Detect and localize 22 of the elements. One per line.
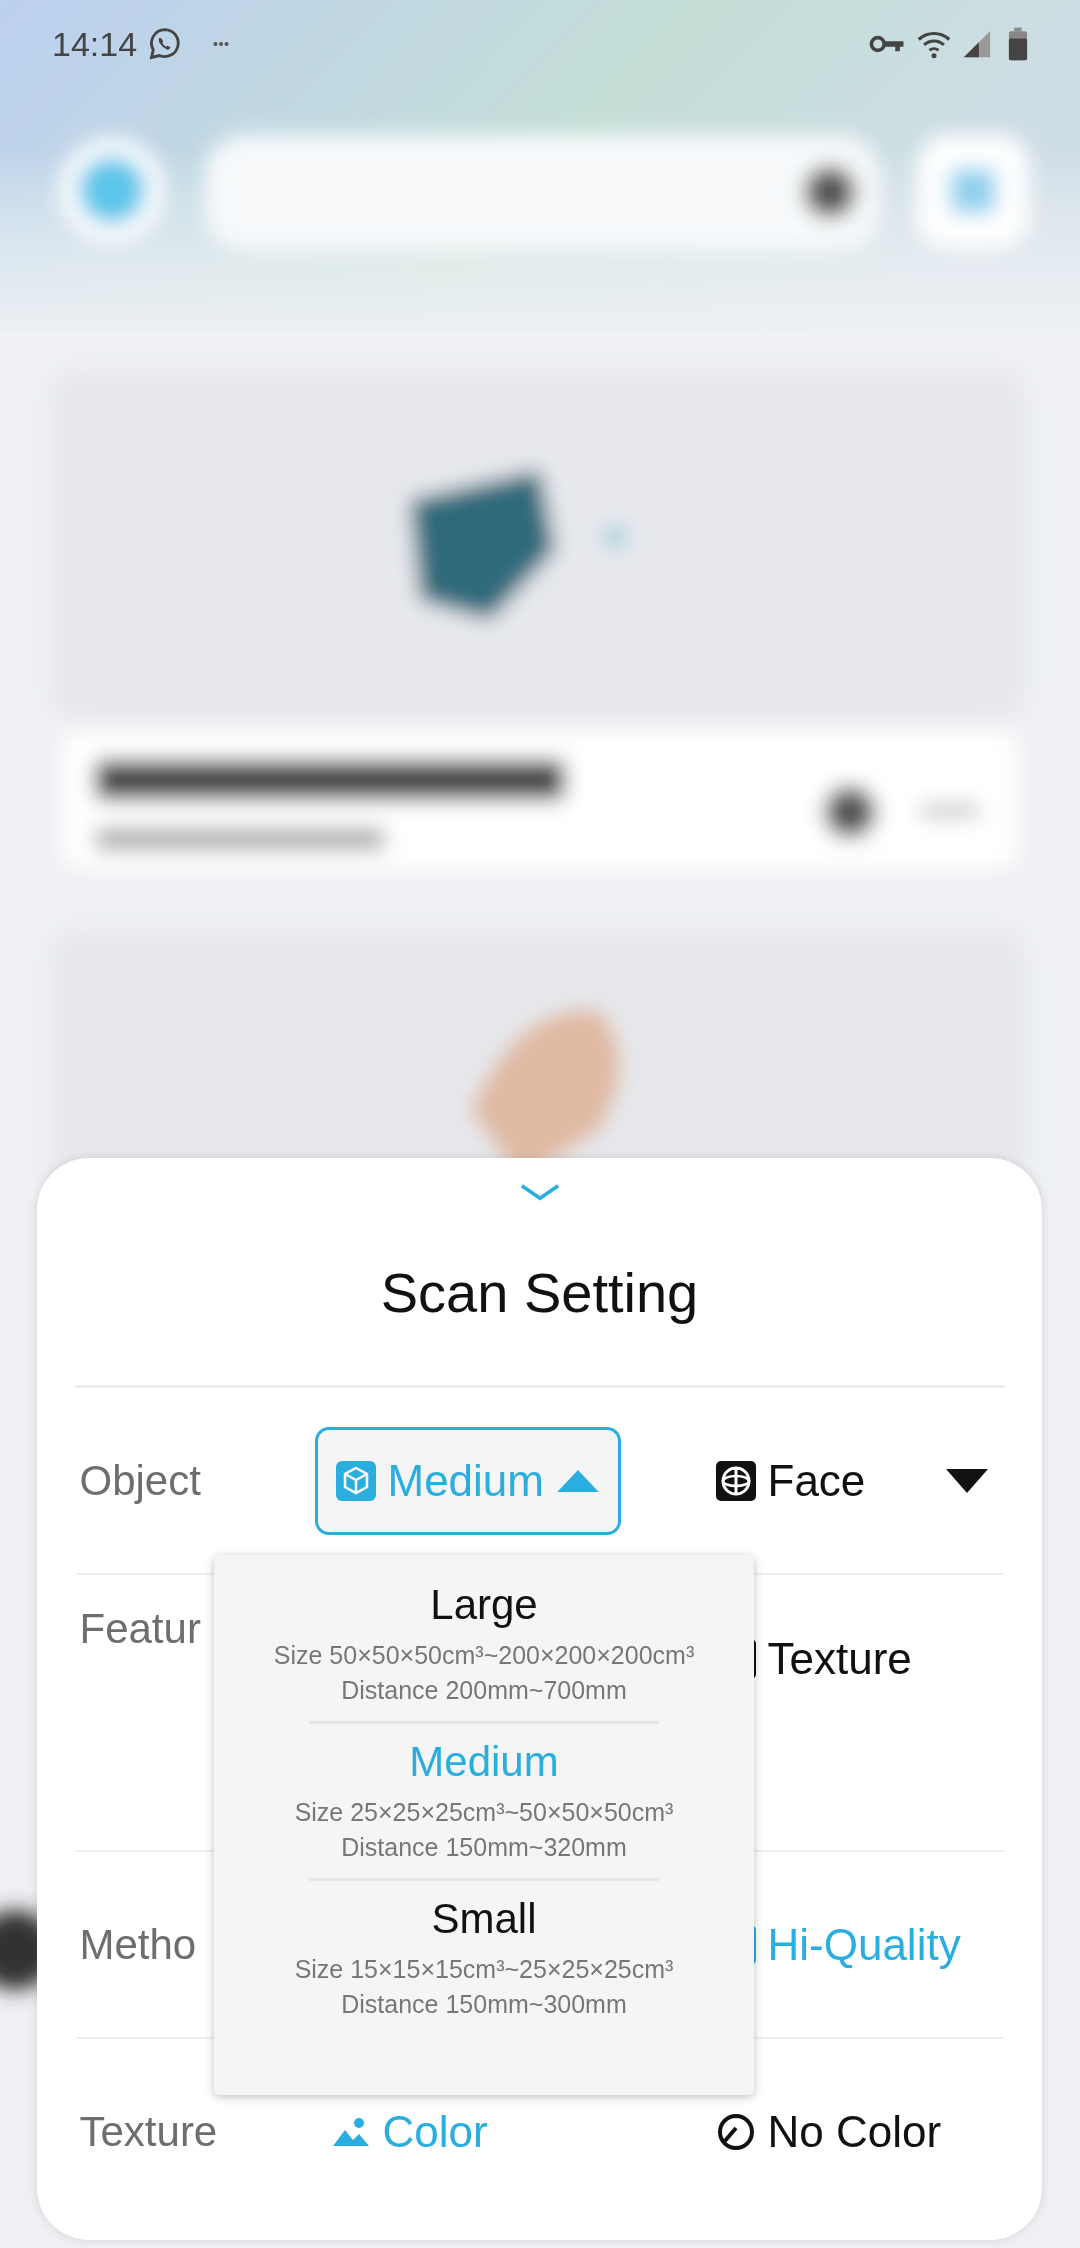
setting-label: Object (78, 1456, 202, 1505)
setting-label: Featur (78, 1605, 202, 1653)
menu-item-title[interactable]: Large (430, 1581, 538, 1629)
size-range-text: Size 50×50×50cm³~200×200×200cm³ (273, 1641, 695, 1670)
size-range-text: Size 15×15×15cm³~25×25×25cm³ (294, 1955, 674, 1984)
cube-icon (335, 1460, 376, 1501)
menu-item-title[interactable]: Small (431, 1895, 537, 1943)
collapse-triangle-icon (556, 1468, 600, 1493)
size-range-text: Size 25×25×25cm³~50×50×50cm³ (294, 1798, 674, 1827)
distance-range-text: Distance 150mm~300mm (341, 1990, 627, 2019)
crosshair-globe-icon (715, 1460, 756, 1501)
signal-icon (962, 29, 992, 59)
sheet-title: Scan Setting (380, 1260, 699, 1325)
distance-range-text: Distance 150mm~320mm (341, 1833, 627, 1862)
status-time: 14:14 (52, 24, 138, 64)
distance-range-text: Distance 200mm~700mm (341, 1676, 627, 1705)
key-icon (868, 33, 906, 55)
option-button[interactable]: No Color (704, 2077, 953, 2186)
setting-label: Texture (78, 2107, 219, 2156)
option-button[interactable]: Face (704, 1426, 877, 1535)
more-notifications-icon (213, 41, 230, 47)
dropdown-triangle-icon[interactable] (944, 1467, 989, 1494)
